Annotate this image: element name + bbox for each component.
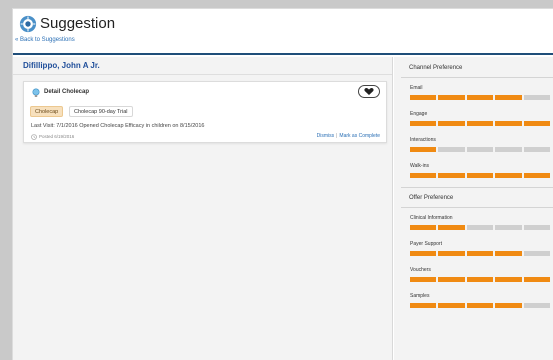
channel-preference-heading: Channel Preference (409, 65, 463, 71)
suggestion-card: Detail Cholecap Cholecap Cholecap 90-day… (23, 81, 387, 143)
pref-label: Engage (410, 111, 428, 117)
bar-segment-filled (410, 303, 437, 308)
page-title: Suggestion (40, 15, 116, 32)
pref-label: Vouchers (410, 267, 431, 273)
lightbulb-icon (32, 88, 40, 97)
contact-name: Difillippo, John A Jr. (23, 61, 100, 70)
bar-segment-filled (495, 121, 522, 126)
offer-preference-heading: Offer Preference (409, 195, 454, 201)
card-action-button[interactable] (358, 85, 380, 98)
bar-segment-empty (438, 147, 465, 152)
bar-segment-empty (466, 225, 494, 230)
bar-segment-empty (523, 303, 551, 308)
divider (401, 187, 553, 188)
bar-segment-filled (410, 225, 437, 230)
bar-segment-filled (466, 95, 494, 100)
tag-cholecap-trial[interactable]: Cholecap 90-day Trial (69, 106, 133, 117)
bar-segment-empty (523, 95, 551, 100)
bar-segment-filled (410, 95, 437, 100)
pref-bar (410, 95, 551, 100)
pref-label: Clinical Information (410, 215, 453, 221)
last-visit-text: Last Visit: 7/1/2016 Opened Cholecap Eff… (31, 123, 205, 129)
app-window: Suggestion « Back to Suggestions Difilli… (12, 8, 553, 360)
bar-segment-filled (466, 173, 494, 178)
pref-label: Samples (410, 293, 430, 299)
pref-bar (410, 251, 551, 256)
card-actions: Dismiss | Mark as Complete (317, 133, 380, 139)
bar-segment-filled (410, 251, 437, 256)
bar-segment-empty (523, 147, 551, 152)
bar-segment-filled (410, 173, 437, 178)
bar-segment-filled (438, 303, 465, 308)
clock-icon (31, 134, 37, 140)
bar-segment-empty (523, 251, 551, 256)
pref-bar (410, 147, 551, 152)
tag-cholecap[interactable]: Cholecap (30, 106, 64, 117)
bar-segment-filled (438, 277, 465, 282)
bar-segment-filled (466, 121, 494, 126)
bar-segment-empty (523, 225, 551, 230)
bar-segment-filled (438, 225, 465, 230)
bar-segment-filled (523, 173, 551, 178)
back-to-suggestions-link[interactable]: « Back to Suggestions (15, 37, 75, 43)
pref-bar (410, 121, 551, 126)
bar-segment-empty (495, 225, 522, 230)
posted-date: Posted 6/19/2016 (39, 134, 75, 139)
app-header: Suggestion « Back to Suggestions (13, 9, 553, 55)
pref-bar (410, 303, 551, 308)
bar-segment-filled (466, 251, 494, 256)
bar-segment-filled (410, 277, 437, 282)
pref-label: Payer Support (410, 241, 442, 247)
bar-segment-filled (495, 277, 522, 282)
divider (401, 77, 553, 78)
pref-bar (410, 277, 551, 282)
divider (13, 74, 392, 75)
mark-complete-link[interactable]: Mark as Complete (339, 133, 380, 139)
card-title: Detail Cholecap (44, 89, 90, 95)
bar-segment-empty (466, 147, 494, 152)
bar-segment-filled (523, 121, 551, 126)
dismiss-link[interactable]: Dismiss (317, 133, 335, 139)
bar-segment-filled (438, 173, 465, 178)
bar-segment-filled (495, 173, 522, 178)
heart-hand-icon (364, 88, 374, 95)
pref-label: Walk-ins (410, 163, 429, 169)
bar-segment-filled (523, 277, 551, 282)
preferences-sidebar: Channel Preference Email Engage Interact… (394, 57, 553, 360)
divider (401, 207, 553, 208)
bar-segment-empty (495, 147, 522, 152)
bar-segment-filled (466, 303, 494, 308)
bar-segment-filled (438, 251, 465, 256)
main-panel: Difillippo, John A Jr. Detail Cholecap C… (13, 57, 393, 360)
bar-segment-filled (495, 95, 522, 100)
pref-bar (410, 173, 551, 178)
bar-segment-filled (438, 121, 465, 126)
bar-segment-filled (495, 303, 522, 308)
bar-segment-filled (466, 277, 494, 282)
bar-segment-filled (410, 121, 437, 126)
bar-segment-filled (438, 95, 465, 100)
pref-label: Interactions (410, 137, 436, 143)
pref-bar (410, 225, 551, 230)
suggestion-logo-icon (19, 15, 37, 33)
bar-segment-filled (410, 147, 437, 152)
bar-segment-filled (495, 251, 522, 256)
pref-label: Email (410, 85, 423, 91)
